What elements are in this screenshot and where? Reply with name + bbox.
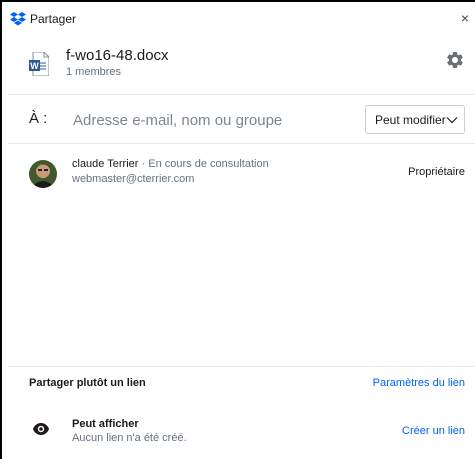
member-count: 1 membres <box>66 66 122 78</box>
member-name-line: claude Terrier · En cours de consultatio… <box>72 158 269 170</box>
chevron-down-icon <box>446 117 458 124</box>
member-separator: · <box>138 158 149 170</box>
permission-dropdown[interactable]: Peut modifier <box>365 105 465 134</box>
member-name: claude Terrier <box>72 158 139 170</box>
to-label: À : <box>29 110 48 127</box>
title-bar: Partager × <box>8 2 475 34</box>
close-button[interactable]: × <box>461 10 469 26</box>
gear-icon[interactable] <box>445 50 465 70</box>
link-status: Aucun lien n'a été créé. <box>72 432 187 444</box>
window-title: Partager <box>30 12 77 26</box>
word-document-icon: W <box>29 52 49 76</box>
divider <box>8 94 475 95</box>
divider <box>8 366 475 367</box>
recipient-input[interactable] <box>73 105 358 135</box>
permission-dropdown-label: Peut modifier <box>375 113 446 127</box>
eye-icon <box>33 423 49 435</box>
link-settings-link[interactable]: Paramètres du lien <box>373 377 465 389</box>
svg-text:W: W <box>30 61 39 71</box>
share-link-heading: Partager plutôt un lien <box>29 377 146 389</box>
create-link-button[interactable]: Créer un lien <box>402 425 465 437</box>
link-permission: Peut afficher <box>72 418 139 430</box>
member-role: Propriétaire <box>408 166 465 178</box>
avatar <box>29 160 57 188</box>
dropbox-logo-icon <box>10 12 26 26</box>
member-status: En cours de consultation <box>148 158 269 170</box>
window-frame-left <box>0 0 2 459</box>
file-name: f-wo16-48.docx <box>66 47 169 64</box>
share-dialog: Partager × W f-wo16-48.docx 1 membres À … <box>8 2 475 459</box>
divider <box>8 143 475 144</box>
member-email: webmaster@cterrier.com <box>72 173 195 185</box>
